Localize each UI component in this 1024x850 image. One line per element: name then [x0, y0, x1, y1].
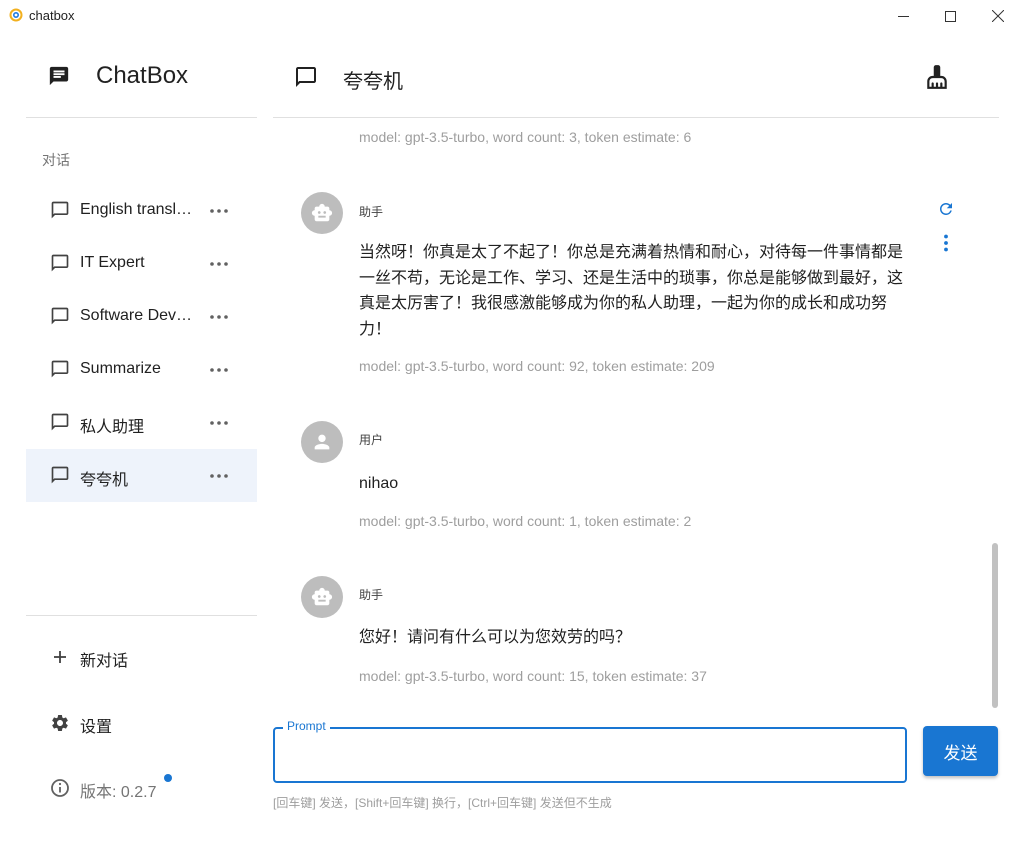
prompt-label: Prompt [283, 719, 330, 733]
message-role: 用户 [359, 433, 384, 447]
chat-outline-icon [51, 360, 69, 378]
conversation-more-button[interactable] [207, 253, 231, 275]
broom-icon[interactable] [924, 64, 950, 90]
chat-outline-icon [51, 307, 69, 325]
conversation-item-active[interactable]: 夸夸机 [26, 449, 257, 502]
settings-label: 设置 [80, 719, 113, 736]
minimize-button[interactable] [880, 0, 926, 32]
more-horizontal-icon [210, 474, 228, 478]
conversation-item[interactable]: 私人助理 [26, 396, 257, 449]
message-meta: model: gpt-3.5-turbo, word count: 15, to… [359, 668, 707, 684]
conversation-item[interactable]: Software Developer [26, 290, 257, 343]
conversation-more-button[interactable] [207, 412, 231, 434]
message-list[interactable]: model: gpt-3.5-turbo, word count: 3, tok… [273, 119, 999, 709]
more-vertical-icon [944, 234, 948, 252]
message-role: 助手 [359, 205, 384, 219]
message-content: 当然呀！你真是太了不起了！你总是充满着热情和耐心，对待每一件事情都是一丝不苟，无… [359, 244, 904, 338]
more-horizontal-icon [210, 421, 228, 425]
sidebar-divider [26, 615, 257, 616]
prompt-field[interactable] [273, 727, 907, 783]
prompt-input[interactable] [285, 743, 885, 767]
update-badge [164, 774, 172, 782]
user-avatar [301, 421, 343, 463]
chat-title: 夸夸机 [343, 71, 403, 93]
window-title: chatbox [29, 8, 75, 23]
conversation-item[interactable]: Summarize [26, 343, 257, 396]
plus-icon [54, 651, 66, 663]
refresh-icon [940, 203, 952, 215]
send-button[interactable]: 发送 [923, 726, 998, 776]
scrollbar-thumb[interactable] [992, 543, 998, 708]
conversation-label: English translator [80, 201, 200, 218]
app-logo-icon [9, 8, 23, 22]
version-label: 版本: 0.2.7 [80, 784, 157, 801]
conversation-item[interactable]: English translator [26, 184, 257, 237]
gear-icon [52, 715, 68, 731]
message-meta: model: gpt-3.5-turbo, word count: 1, tok… [359, 513, 692, 529]
conversation-more-button[interactable] [207, 465, 231, 487]
chat-bubble-icon [49, 66, 69, 86]
settings-button[interactable]: 设置 [26, 698, 257, 748]
assistant-avatar [301, 576, 343, 618]
conversation-label: 私人助理 [80, 419, 145, 436]
maximize-button[interactable] [927, 0, 973, 32]
sidebar: ChatBox 对话 English translator IT Expert … [26, 32, 257, 850]
info-icon [51, 779, 69, 797]
chat-outline-icon [51, 466, 69, 484]
conversation-item[interactable]: IT Expert [26, 237, 257, 290]
chat-outline-icon [296, 67, 316, 87]
chat-header: 夸夸机 [273, 32, 999, 118]
message-content: nihao [359, 475, 399, 492]
maximize-icon [944, 10, 956, 22]
new-chat-label: 新对话 [80, 653, 129, 670]
conversation-label: IT Expert [80, 254, 145, 271]
robot-icon [311, 587, 333, 606]
conversation-more-button[interactable] [207, 359, 231, 381]
version-info[interactable]: 版本: 0.2.7 [26, 763, 257, 813]
close-window-button[interactable] [975, 0, 1021, 32]
regenerate-button[interactable] [935, 198, 957, 220]
chat-outline-icon [51, 413, 69, 431]
close-icon [992, 10, 1004, 22]
brand-title: ChatBox [96, 62, 189, 89]
conversation-more-button[interactable] [207, 200, 231, 222]
conversation-label: Software Developer [80, 307, 200, 324]
keyboard-hint: [回车键] 发送，[Shift+回车键] 换行，[Ctrl+回车键] 发送但不生… [273, 796, 612, 810]
person-icon [314, 434, 330, 450]
sidebar-brand: ChatBox [26, 32, 257, 118]
conversation-more-button[interactable] [207, 306, 231, 328]
message-content: 您好！请问有什么可以为您效劳的吗？ [359, 629, 632, 646]
chat-outline-icon [51, 201, 69, 219]
conversations-section-label: 对话 [42, 152, 70, 168]
message-role: 助手 [359, 588, 384, 602]
window-titlebar: chatbox [0, 0, 1024, 32]
more-horizontal-icon [210, 315, 228, 319]
conversation-label: 夸夸机 [80, 472, 129, 489]
more-horizontal-icon [210, 209, 228, 213]
more-horizontal-icon [210, 368, 228, 372]
conversation-label: Summarize [80, 360, 161, 377]
robot-icon [311, 203, 333, 222]
new-chat-button[interactable]: 新对话 [26, 632, 257, 682]
minimize-icon [897, 15, 909, 17]
message-more-button[interactable] [935, 232, 957, 254]
more-horizontal-icon [210, 262, 228, 266]
message-meta: model: gpt-3.5-turbo, word count: 3, tok… [359, 129, 692, 145]
message-meta: model: gpt-3.5-turbo, word count: 92, to… [359, 358, 715, 374]
assistant-avatar [301, 192, 343, 234]
chat-outline-icon [51, 254, 69, 272]
